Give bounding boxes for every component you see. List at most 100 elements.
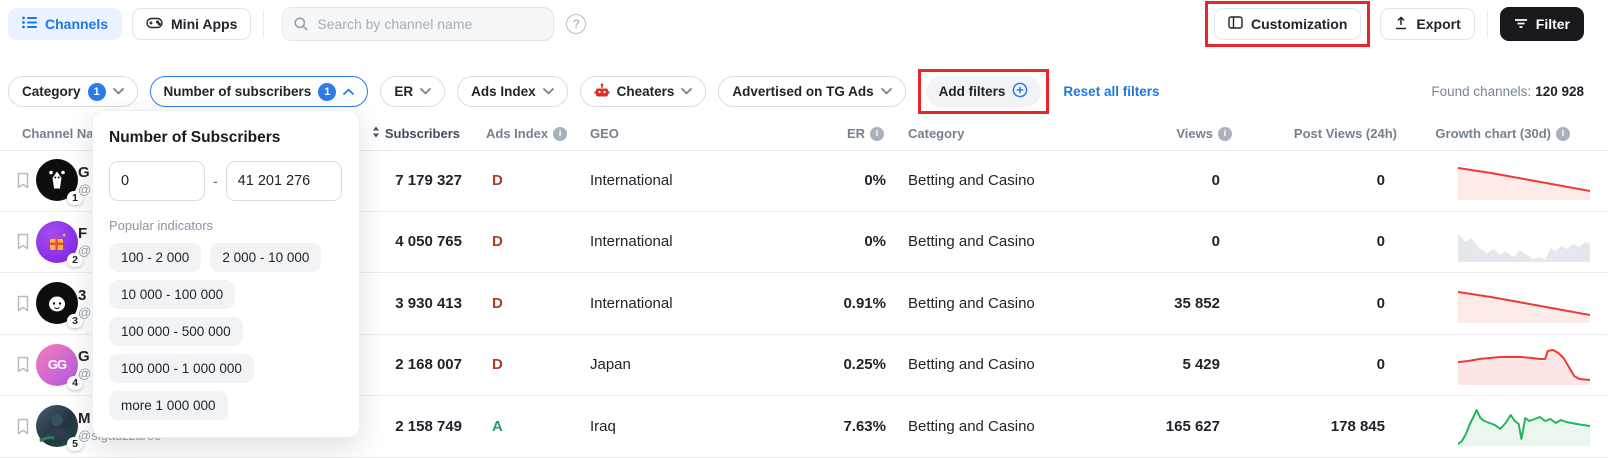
- ads-index-value: D: [492, 273, 503, 334]
- channel-handle: @: [78, 306, 91, 319]
- er-value: 0%: [774, 150, 886, 211]
- range-chip[interactable]: 2 000 - 10 000: [210, 243, 321, 272]
- channel-name: G: [78, 165, 90, 180]
- range-chip[interactable]: 100 000 - 1 000 000: [109, 354, 254, 383]
- search-input[interactable]: [282, 7, 554, 41]
- ads-index-value: D: [492, 335, 503, 396]
- column-header-er[interactable]: ER: [764, 117, 884, 150]
- column-header-ads-index[interactable]: Ads Index: [486, 117, 567, 150]
- category-chip-label: Category: [22, 84, 81, 99]
- chevron-down-icon: [681, 88, 692, 95]
- filter-chip-ads-index[interactable]: Ads Index: [457, 76, 568, 107]
- range-chip[interactable]: 100 000 - 500 000: [109, 317, 243, 346]
- ads-index-chip-label: Ads Index: [471, 84, 536, 99]
- subscribers-min-input[interactable]: [109, 161, 205, 201]
- bookmark-icon[interactable]: [14, 273, 32, 334]
- range-dash: -: [213, 173, 218, 189]
- tg-ads-chip-label: Advertised on TG Ads: [732, 84, 873, 99]
- info-icon[interactable]: [1556, 127, 1570, 141]
- views-value: 35 852: [1100, 273, 1220, 334]
- geo-value: Japan: [590, 335, 631, 396]
- range-chip[interactable]: more 1 000 000: [109, 391, 228, 420]
- customization-label: Customization: [1251, 16, 1347, 32]
- ads-index-value: D: [492, 150, 503, 211]
- range-chip[interactable]: 10 000 - 100 000: [109, 280, 235, 309]
- views-value: 0: [1100, 150, 1220, 211]
- category-value: Betting and Casino: [908, 212, 1035, 273]
- views-value: 5 429: [1100, 335, 1220, 396]
- channel-avatar: 3: [36, 273, 78, 334]
- customization-highlight-box: Customization: [1205, 1, 1370, 47]
- toolbar-divider: [263, 11, 264, 37]
- customization-button[interactable]: Customization: [1214, 8, 1361, 40]
- filter-label: Filter: [1536, 16, 1570, 32]
- reset-all-filters-link[interactable]: Reset all filters: [1063, 84, 1159, 99]
- found-channels-count: 120 928: [1535, 84, 1584, 99]
- export-button[interactable]: Export: [1380, 8, 1474, 40]
- search-wrap: [282, 7, 554, 41]
- export-label: Export: [1416, 16, 1460, 32]
- info-icon[interactable]: [553, 127, 567, 141]
- category-value: Betting and Casino: [908, 335, 1035, 396]
- subscribers-range-row: -: [109, 161, 343, 201]
- info-icon[interactable]: [870, 127, 884, 141]
- filters-row: Category 1 Number of subscribers 1 ER Ad…: [8, 69, 1600, 114]
- filter-chip-tg-ads[interactable]: Advertised on TG Ads: [718, 76, 905, 107]
- popular-indicators-label: Popular indicators: [109, 218, 343, 233]
- post-views-value: 0: [1245, 273, 1385, 334]
- bookmark-icon[interactable]: [14, 396, 32, 457]
- growth-sparkline: [1458, 335, 1590, 396]
- add-filters-label: Add filters: [939, 84, 1006, 99]
- toolbar-right: Customization Export Filter: [1205, 1, 1608, 47]
- channel-name: G: [78, 349, 90, 364]
- popular-ranges: 100 - 2 000 2 000 - 10 000 10 000 - 100 …: [109, 243, 343, 420]
- category-filter-count-badge: 1: [88, 83, 106, 101]
- subscribers-filter-count-badge: 1: [318, 83, 336, 101]
- found-channels-label: Found channels:: [1431, 84, 1531, 99]
- channel-name: F: [78, 226, 87, 241]
- bookmark-icon[interactable]: [14, 335, 32, 396]
- channel-avatar: GG 4: [36, 335, 78, 396]
- geo-value: International: [590, 273, 673, 334]
- column-header-views[interactable]: Views: [1080, 117, 1232, 150]
- post-views-value: 0: [1245, 212, 1385, 273]
- filter-chip-cheaters[interactable]: Cheaters: [580, 76, 707, 107]
- found-channels-counter: Found channels: 120 928: [1431, 84, 1600, 99]
- category-value: Betting and Casino: [908, 150, 1035, 211]
- filter-icon: [1514, 16, 1528, 32]
- subscribers-max-input[interactable]: [226, 161, 342, 201]
- channel-handle: @: [78, 244, 91, 257]
- er-chip-label: ER: [394, 84, 413, 99]
- bookmark-icon[interactable]: [14, 212, 32, 273]
- filter-chip-category[interactable]: Category 1: [8, 76, 138, 107]
- info-icon[interactable]: [1218, 127, 1232, 141]
- geo-value: International: [590, 150, 673, 211]
- column-header-growth-chart[interactable]: Growth chart (30d): [1390, 117, 1570, 150]
- chevron-down-icon: [543, 88, 554, 95]
- filter-chip-subscribers[interactable]: Number of subscribers 1: [150, 76, 369, 107]
- channel-identity: G @: [78, 335, 91, 396]
- channel-avatar: 1: [36, 150, 78, 211]
- column-header-geo[interactable]: GEO: [590, 117, 619, 150]
- sort-icon: [372, 126, 380, 141]
- panel-title: Number of Subscribers: [109, 129, 343, 147]
- bookmark-icon[interactable]: [14, 150, 32, 211]
- ads-index-value: D: [492, 212, 503, 273]
- range-chip[interactable]: 100 - 2 000: [109, 243, 201, 272]
- help-icon[interactable]: [566, 14, 586, 34]
- column-header-category[interactable]: Category: [908, 117, 964, 150]
- top-toolbar: Channels Mini Apps Customization Export …: [0, 0, 1608, 48]
- mini-apps-tab[interactable]: Mini Apps: [132, 8, 251, 40]
- channel-name: 3: [78, 288, 86, 303]
- filter-button[interactable]: Filter: [1500, 7, 1584, 41]
- views-value: 165 627: [1100, 396, 1220, 457]
- channels-tab[interactable]: Channels: [8, 8, 122, 40]
- er-value: 0.25%: [774, 335, 886, 396]
- er-value: 0%: [774, 212, 886, 273]
- robot-icon: [594, 83, 610, 101]
- filter-chip-er[interactable]: ER: [380, 76, 445, 107]
- column-header-post-views[interactable]: Post Views (24h): [1240, 117, 1397, 150]
- subscribers-filter-panel: Number of Subscribers - Popular indicato…: [92, 110, 360, 438]
- channel-identity: G @: [78, 150, 91, 211]
- add-filters-button[interactable]: Add filters: [926, 76, 1042, 107]
